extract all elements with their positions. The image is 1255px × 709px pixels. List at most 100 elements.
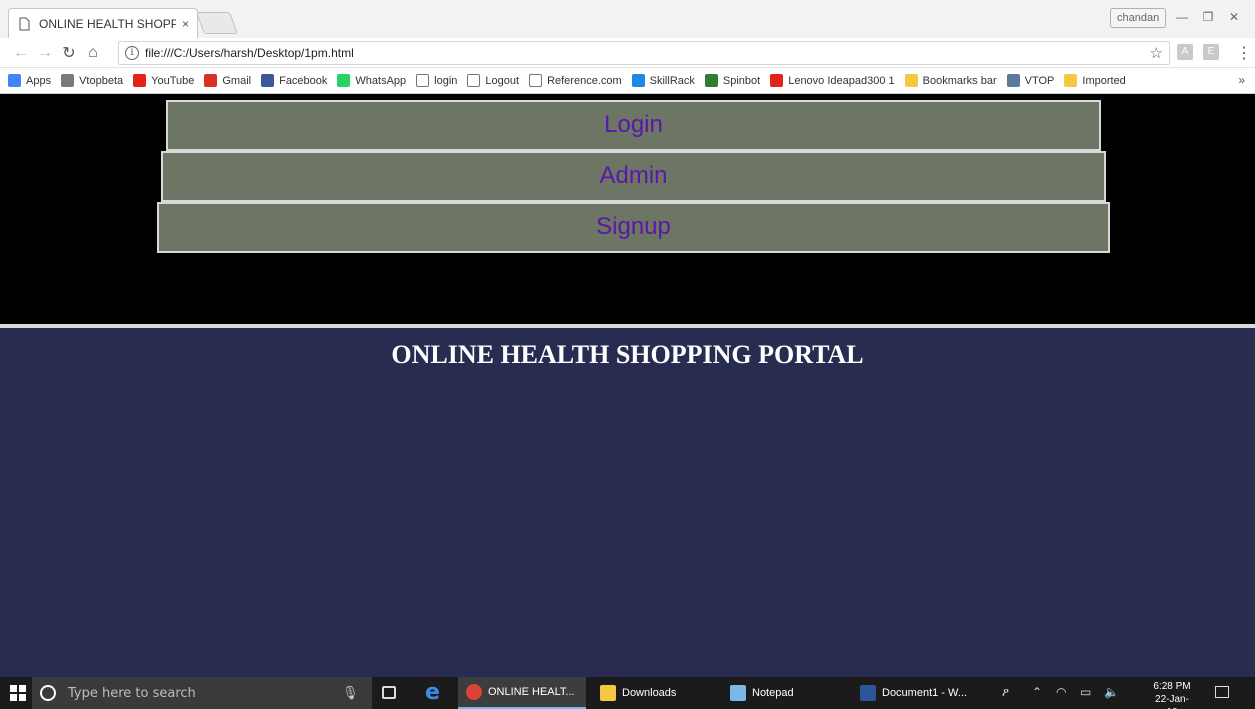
admin-button[interactable]: Admin	[161, 151, 1106, 202]
taskbar-app-label: Document1 - W...	[882, 687, 967, 699]
url-text[interactable]: file:///C:/Users/harsh/Desktop/1pm.html	[145, 46, 354, 60]
bookmark-item[interactable]: Imported	[1064, 74, 1126, 87]
bookmark-label: SkillRack	[649, 74, 695, 87]
bookmark-label: Vtopbeta	[79, 74, 124, 87]
bookmark-label: Bookmarks bar	[922, 74, 997, 87]
volume-icon[interactable]: 🔈	[1104, 685, 1119, 699]
page-body	[0, 328, 1255, 677]
bookmark-label: Reference.com	[547, 74, 622, 87]
bookmark-item[interactable]: Vtopbeta	[61, 74, 123, 87]
bookmark-label: login	[434, 74, 458, 87]
minimize-icon[interactable]: —	[1170, 6, 1194, 28]
task-view-icon[interactable]	[382, 686, 396, 699]
tab-title: ONLINE HEALTH SHOPPI	[39, 16, 176, 31]
windows-start-icon[interactable]	[10, 685, 26, 701]
bookmark-item[interactable]: Lenovo Ideapad300 1	[770, 74, 895, 87]
folder-icon	[1064, 74, 1078, 87]
bookmark-label: Spinbot	[722, 74, 761, 87]
page-icon	[467, 74, 481, 87]
profile-badge[interactable]: chandan	[1110, 8, 1167, 28]
taskbar-search[interactable]: Type here to search	[32, 677, 372, 709]
browser-menu-icon[interactable]: ⋮	[1236, 43, 1252, 63]
bookmark-item[interactable]: Bookmarks bar	[904, 74, 997, 87]
forward-icon[interactable]: →	[34, 42, 56, 64]
bookmark-item[interactable]: login	[416, 74, 457, 87]
bookmark-item[interactable]: VTOP	[1006, 74, 1055, 87]
bookmark-label: Imported	[1082, 74, 1126, 87]
taskbar-app-downloads[interactable]: Downloads	[592, 677, 712, 709]
taskbar-app-label: Downloads	[622, 687, 677, 699]
skillrack-icon	[631, 74, 645, 87]
bookmark-item[interactable]: Facebook	[261, 74, 327, 87]
tab-close-icon[interactable]: ×	[182, 17, 189, 31]
folder-icon	[600, 685, 616, 701]
chevron-up-icon[interactable]: ⌃	[1032, 685, 1042, 699]
battery-icon[interactable]: ▭	[1080, 685, 1091, 699]
spinbot-icon	[704, 74, 718, 87]
browser-tab[interactable]: ONLINE HEALTH SHOPPI ×	[8, 8, 198, 38]
bookmark-item[interactable]: SkillRack	[631, 74, 695, 87]
windows-taskbar: Type here to search 🎙 e ONLINE HEALT... …	[0, 677, 1255, 709]
taskbar-clock[interactable]: 6:28 PM 22-Jan-18	[1150, 680, 1194, 709]
home-icon[interactable]: ⌂	[82, 42, 104, 64]
vtop-icon	[61, 74, 75, 87]
restore-icon[interactable]: ❐	[1196, 6, 1220, 28]
lenovo-icon	[770, 74, 784, 87]
youtube-icon	[133, 74, 147, 87]
taskbar-app-label: Notepad	[752, 687, 794, 699]
taskbar-app-notepad[interactable]: Notepad	[722, 677, 842, 709]
chrome-icon	[466, 684, 482, 700]
taskbar-app-label: ONLINE HEALT...	[488, 686, 575, 698]
bookmark-label: YouTube	[151, 74, 195, 87]
bookmark-label: Apps	[26, 74, 52, 87]
more-bookmarks-icon[interactable]: »	[1238, 73, 1245, 87]
facebook-icon	[261, 74, 275, 87]
address-bar[interactable]: i file:///C:/Users/harsh/Desktop/1pm.htm…	[118, 41, 1170, 65]
bookmark-item[interactable]: Reference.com	[529, 74, 622, 87]
extension-a-icon[interactable]: A	[1177, 44, 1193, 60]
clock-time: 6:28 PM	[1153, 681, 1191, 692]
bookmark-item[interactable]: YouTube	[133, 74, 194, 87]
back-icon[interactable]: ←	[10, 42, 32, 64]
info-icon[interactable]: i	[125, 46, 139, 60]
bookmark-label: VTOP	[1024, 74, 1055, 87]
reference-icon	[529, 74, 543, 87]
folder-icon	[904, 74, 918, 87]
notification-icon[interactable]	[1215, 686, 1229, 698]
close-window-icon[interactable]: ✕	[1222, 6, 1246, 28]
login-button[interactable]: Login	[166, 100, 1101, 151]
bookmark-item[interactable]: Gmail	[204, 74, 251, 87]
whatsapp-icon	[337, 74, 351, 87]
bookmark-item[interactable]: Spinbot	[704, 74, 761, 87]
browser-tabstrip: ONLINE HEALTH SHOPPI × chandan — ❐ ✕	[0, 0, 1255, 38]
apps-grid-icon	[8, 74, 21, 87]
signup-button[interactable]: Signup	[157, 202, 1110, 253]
wifi-icon[interactable]: ◠	[1056, 685, 1066, 699]
taskbar-app-chrome[interactable]: ONLINE HEALT...	[458, 677, 586, 709]
word-icon	[860, 685, 876, 701]
bookmark-label: Lenovo Ideapad300 1	[788, 74, 895, 87]
people-icon[interactable]: ዖ	[1002, 685, 1009, 700]
bookmark-item[interactable]: WhatsApp	[337, 74, 406, 87]
reload-icon[interactable]: ↻	[58, 42, 80, 64]
page-title: ONLINE HEALTH SHOPPING PORTAL	[391, 340, 864, 369]
vtop-icon	[1006, 74, 1020, 87]
gmail-icon	[204, 74, 218, 87]
page-icon	[416, 74, 430, 87]
cortana-icon	[40, 685, 56, 701]
edge-icon[interactable]: e	[425, 680, 440, 705]
bookmarks-bar: Apps Vtopbeta YouTube Gmail Facebook WhatsApp…	[0, 68, 1255, 94]
bookmark-label: Gmail	[222, 74, 252, 87]
bookmark-item[interactable]: Logout	[467, 74, 519, 87]
bookmark-item[interactable]: Apps	[8, 74, 51, 87]
clock-date: 22-Jan-18	[1155, 694, 1189, 709]
extension-e-icon[interactable]: E	[1203, 44, 1219, 60]
bookmark-star-icon[interactable]: ☆	[1150, 44, 1163, 62]
search-placeholder: Type here to search	[68, 685, 196, 701]
taskbar-app-word[interactable]: Document1 - W...	[852, 677, 982, 709]
new-tab-button[interactable]	[195, 12, 239, 34]
bookmark-label: WhatsApp	[355, 74, 407, 87]
notepad-icon	[730, 685, 746, 701]
microphone-icon[interactable]: 🎙	[342, 685, 359, 701]
bookmark-label: Facebook	[279, 74, 328, 87]
